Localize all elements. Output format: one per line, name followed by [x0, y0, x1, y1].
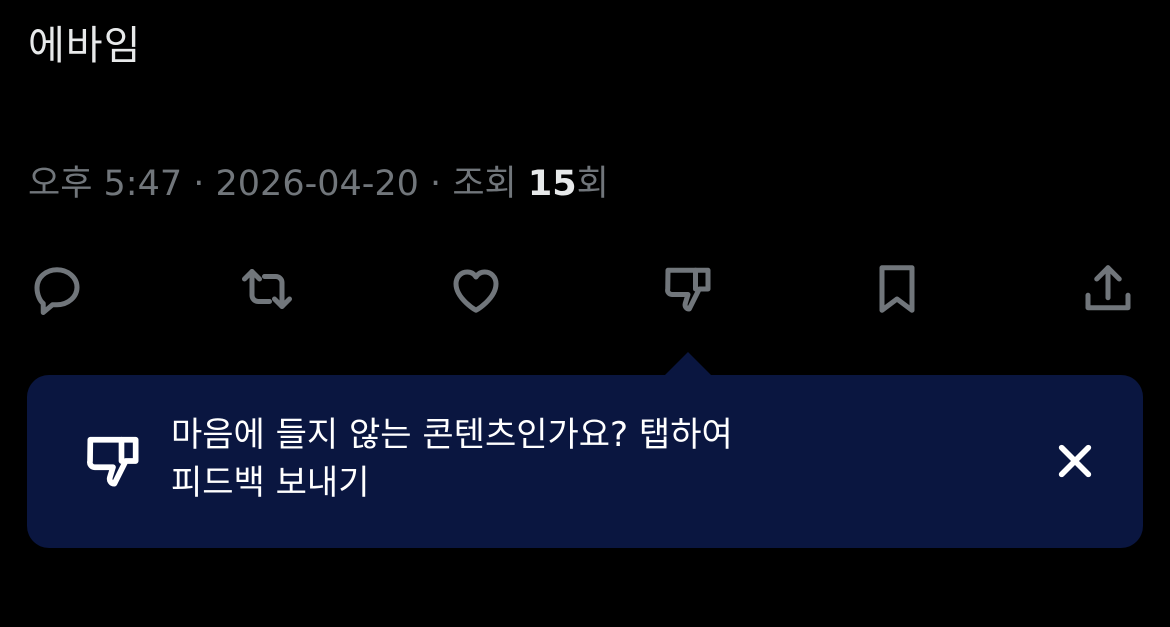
views-count: 15	[527, 164, 577, 204]
meta-separator: ·	[418, 164, 453, 204]
reply-icon	[34, 267, 80, 315]
tooltip-line-1: 마음에 들지 않는 콘텐츠인가요? 탭하여	[171, 415, 733, 455]
like-button[interactable]	[444, 258, 508, 320]
repost-button[interactable]	[235, 258, 299, 320]
share-icon	[1085, 265, 1131, 311]
repost-icon	[242, 269, 292, 309]
post-meta: 오후 5:47 · 2026-04-20 · 조회 15회	[28, 162, 609, 206]
bookmark-icon	[879, 265, 915, 313]
thumbs-down-icon	[79, 427, 147, 495]
action-bar	[0, 258, 1170, 320]
views-label: 조회	[452, 164, 517, 204]
post-text: 에바임	[28, 23, 142, 69]
thumbs-down-icon	[665, 267, 711, 312]
meta-separator: ·	[182, 164, 216, 204]
tooltip-line-2: 피드백 보내기	[171, 463, 370, 503]
tooltip-close-button[interactable]	[1055, 441, 1095, 481]
tooltip-message[interactable]: 마음에 들지 않는 콘텐츠인가요? 탭하여 피드백 보내기	[171, 411, 871, 507]
dislike-button[interactable]	[656, 258, 720, 320]
post-time: 오후 5:47	[28, 164, 183, 204]
reply-button[interactable]	[25, 258, 89, 320]
feedback-tooltip[interactable]: 마음에 들지 않는 콘텐츠인가요? 탭하여 피드백 보내기	[27, 375, 1143, 548]
bookmark-button[interactable]	[865, 258, 929, 320]
heart-icon	[453, 269, 499, 313]
post-date: 2026-04-20	[215, 164, 419, 204]
close-icon	[1058, 444, 1092, 478]
share-button[interactable]	[1076, 258, 1140, 320]
tooltip-arrow	[664, 352, 712, 376]
views-suffix: 회	[576, 164, 609, 204]
